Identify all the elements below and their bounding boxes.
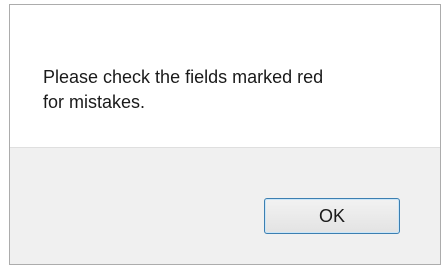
dialog-message: Please check the fields marked red for m… bbox=[43, 67, 324, 112]
button-area: OK bbox=[10, 147, 440, 264]
message-area: Please check the fields marked red for m… bbox=[10, 5, 440, 147]
ok-button[interactable]: OK bbox=[264, 198, 400, 234]
alert-dialog: Please check the fields marked red for m… bbox=[9, 4, 441, 265]
